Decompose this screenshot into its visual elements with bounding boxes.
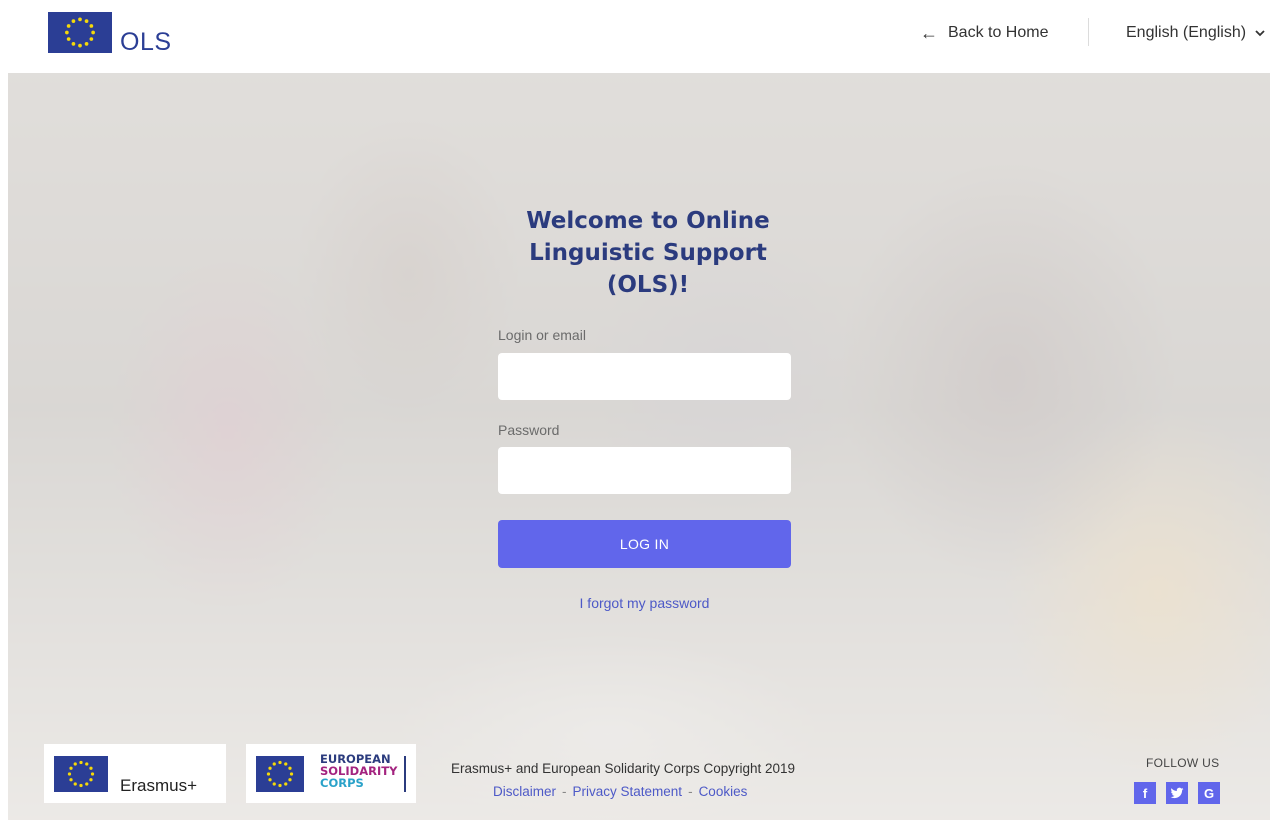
link-separator: - [688,784,693,799]
link-separator: - [562,784,567,799]
eu-star [284,762,288,766]
eu-flag-icon [54,756,108,792]
login-button[interactable]: LOG IN [498,520,791,568]
eu-star [78,43,82,48]
eu-star [89,766,93,770]
eu-star [266,772,271,776]
eu-star [89,778,93,782]
arrow-left-icon: ← [920,22,938,43]
eu-star [73,762,77,766]
disclaimer-link[interactable]: Disclaimer [493,784,556,799]
eu-star [272,762,276,766]
eu-star [84,42,89,46]
top-header: OLS ← Back to Home English (English) [0,0,1271,73]
eu-star [69,778,73,782]
eu-flag-icon [256,756,304,792]
eu-star [272,782,276,786]
eu-star [288,778,292,782]
eu-star [90,772,95,776]
login-email-input[interactable] [498,353,791,400]
eu-star [85,782,89,786]
eu-star [66,37,71,41]
eu-star [89,24,94,28]
eu-star [289,772,294,776]
site-logo[interactable]: OLS [120,28,172,57]
eu-star [69,766,73,770]
hero-background: Welcome to Online Linguistic Support (OL… [8,73,1270,820]
language-label: English (English) [1126,24,1247,41]
eu-star [79,783,83,788]
forgot-password-link[interactable]: I forgot my password [498,595,791,611]
eu-star [73,782,77,786]
eu-star [65,30,69,35]
password-input[interactable] [498,447,791,494]
european-solidarity-corps-logo[interactable]: EUROPEAN SOLIDARITY CORPS [246,744,416,803]
facebook-icon[interactable]: f [1134,782,1156,804]
back-to-home-link[interactable]: ← Back to Home [920,22,1048,44]
eu-flag-stars [65,17,95,48]
eu-star [78,17,82,22]
back-to-home-label: Back to Home [948,24,1049,41]
eu-star [66,24,71,28]
privacy-statement-link[interactable]: Privacy Statement [573,784,683,799]
twitter-icon[interactable] [1166,782,1188,804]
password-label: Password [498,422,560,438]
eu-star [67,772,72,776]
eu-star [84,19,89,23]
header-divider [1088,18,1089,46]
esc-logo-bar [404,756,406,792]
hero-content: Welcome to Online Linguistic Support (OL… [8,73,1270,820]
eu-star [278,760,282,765]
erasmus-plus-logo[interactable]: Erasmus+ [44,744,226,803]
eu-flag-stars [266,760,294,788]
eu-star [71,19,76,23]
erasmus-plus-label: Erasmus+ [120,776,197,795]
twitter-bird-glyph [1170,787,1184,799]
login-email-label: Login or email [498,327,586,343]
eu-star [284,782,288,786]
chevron-down-icon [1255,30,1265,37]
eu-star [79,760,83,765]
eu-star [71,42,76,46]
google-icon[interactable]: G [1198,782,1220,804]
social-links: f G [1134,782,1220,804]
esc-line-corps: CORPS [320,776,364,790]
follow-us-label: FOLLOW US [1146,756,1220,770]
eu-flag-stars [67,760,95,788]
copyright-text: Erasmus+ and European Solidarity Corps C… [451,761,796,776]
eu-star [91,30,95,35]
eu-star [85,762,89,766]
esc-logo-text: EUROPEAN SOLIDARITY CORPS [320,753,397,789]
eu-star [278,783,282,788]
eu-star [268,766,272,770]
welcome-title: Welcome to Online Linguistic Support (OL… [526,208,770,298]
eu-star [288,766,292,770]
language-selector[interactable]: English (English) [1126,22,1266,44]
eu-flag-icon[interactable] [48,12,112,53]
eu-star [89,37,94,41]
cookies-link[interactable]: Cookies [699,784,748,799]
footer-links: Disclaimer - Privacy Statement - Cookies [493,784,747,799]
eu-star [268,778,272,782]
